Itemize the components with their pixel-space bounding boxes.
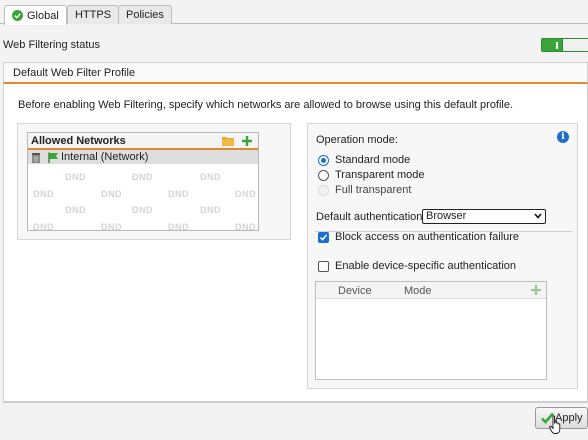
device-specific-auth-checkbox[interactable] [318, 261, 329, 272]
check-circle-icon [12, 10, 23, 21]
dnd-watermark: DND [132, 172, 153, 182]
add-device-icon[interactable] [530, 284, 542, 296]
tab-https[interactable]: HTTPS [67, 5, 120, 24]
tab-label: Policies [126, 9, 164, 21]
trash-icon[interactable] [31, 152, 41, 163]
default-authentication-label: Default authentication: [316, 211, 426, 223]
dnd-watermark: DND [235, 189, 256, 199]
full-transparent-label: Full transparent [335, 184, 412, 196]
device-table-header: Device Mode [316, 282, 546, 299]
dnd-watermark: DND [235, 222, 256, 231]
hand-cursor-icon [549, 415, 561, 434]
web-filtering-status-label: Web Filtering status [3, 39, 101, 51]
tab-policies[interactable]: Policies [118, 5, 172, 24]
profile-intro-text: Before enabling Web Filtering, specify w… [18, 99, 514, 111]
dnd-watermark: DND [65, 205, 86, 215]
dnd-watermark: DND [101, 222, 122, 231]
allowed-networks-list[interactable]: Allowed Networks Internal (Network) DND … [27, 132, 259, 231]
authentication-selected-value: Browser [426, 210, 467, 222]
authentication-select[interactable]: Browser [422, 209, 546, 224]
toggle-knob [562, 39, 588, 51]
dnd-watermark: DND [168, 189, 189, 199]
network-icon [48, 152, 58, 163]
checkmark-icon [319, 234, 328, 241]
operation-mode-label: Operation mode: [316, 134, 398, 146]
add-network-icon[interactable] [241, 135, 253, 147]
device-specific-auth-label: Enable device-specific authentication [335, 260, 517, 272]
dnd-watermark: DND [33, 222, 54, 231]
info-icon[interactable]: i [557, 131, 569, 143]
device-table[interactable]: Device Mode [315, 281, 547, 380]
block-on-auth-failure-label: Block access on authentication failure [335, 231, 520, 243]
tab-bar: Global HTTPS Policies [0, 0, 588, 25]
tab-label: HTTPS [75, 9, 112, 21]
allowed-networks-title: Allowed Networks [31, 134, 126, 147]
list-item[interactable]: Internal (Network) [28, 150, 258, 164]
profile-title: Default Web Filter Profile [13, 66, 136, 79]
allowed-networks-header: Allowed Networks [28, 133, 258, 150]
dnd-watermark: DND [132, 205, 153, 215]
web-filtering-toggle[interactable] [541, 38, 588, 52]
dnd-watermark: DND [200, 172, 221, 182]
divider [315, 231, 572, 232]
dnd-watermark: DND [101, 189, 122, 199]
dnd-watermark: DND [200, 205, 221, 215]
block-on-auth-failure-checkbox[interactable] [318, 232, 329, 243]
chevron-down-icon [534, 213, 542, 219]
folder-icon[interactable] [222, 136, 234, 146]
radio-full-transparent[interactable] [318, 185, 329, 196]
radio-transparent-mode[interactable] [318, 170, 329, 181]
network-label: Internal (Network) [61, 151, 149, 163]
footer-divider [3, 402, 588, 403]
dnd-watermark: DND [65, 172, 86, 182]
tab-label: Global [27, 9, 59, 22]
dnd-watermark: DND [33, 189, 54, 199]
column-header-mode: Mode [404, 285, 432, 297]
profile-header: Default Web Filter Profile [3, 62, 588, 84]
column-header-device: Device [338, 285, 372, 297]
standard-mode-label: Standard mode [335, 154, 411, 166]
transparent-mode-label: Transparent mode [335, 169, 425, 181]
toggle-on-indicator [556, 42, 558, 49]
dnd-watermark: DND [168, 222, 189, 231]
radio-standard-mode[interactable] [318, 155, 329, 166]
tab-global[interactable]: Global [4, 5, 67, 25]
